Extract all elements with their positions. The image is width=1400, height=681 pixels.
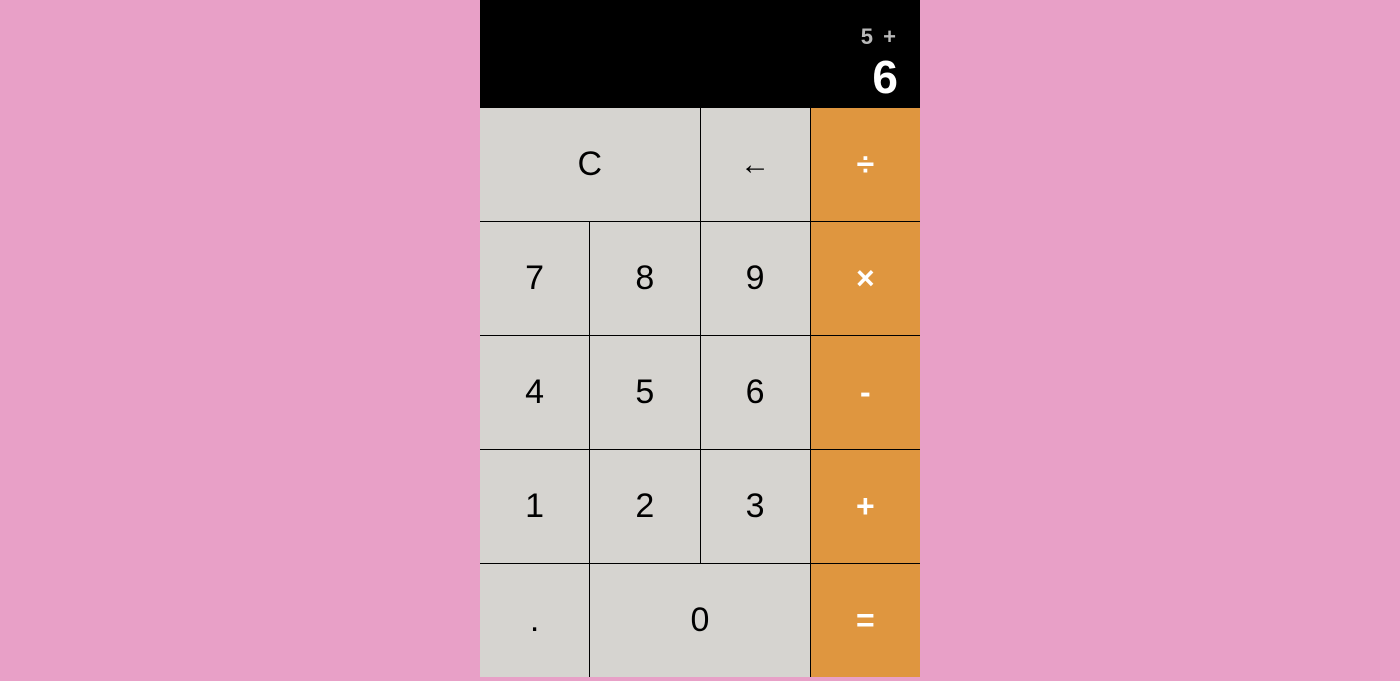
key-4[interactable]: 4 xyxy=(480,336,589,449)
calculator: 5 + 6 C ← ÷ 7 8 9 × 4 5 6 - 1 2 3 + . 0 … xyxy=(480,0,920,677)
add-button[interactable]: + xyxy=(811,450,920,563)
display-expression: 5 + xyxy=(861,26,898,48)
clear-button[interactable]: C xyxy=(480,108,700,221)
key-5[interactable]: 5 xyxy=(590,336,699,449)
key-9[interactable]: 9 xyxy=(701,222,810,335)
divide-button[interactable]: ÷ xyxy=(811,108,920,221)
arrow-left-icon: ← xyxy=(740,150,770,180)
multiply-button[interactable]: × xyxy=(811,222,920,335)
keypad: C ← ÷ 7 8 9 × 4 5 6 - 1 2 3 + . 0 = xyxy=(480,108,920,677)
key-6[interactable]: 6 xyxy=(701,336,810,449)
key-0[interactable]: 0 xyxy=(590,564,810,677)
subtract-button[interactable]: - xyxy=(811,336,920,449)
decimal-button[interactable]: . xyxy=(480,564,589,677)
key-3[interactable]: 3 xyxy=(701,450,810,563)
key-2[interactable]: 2 xyxy=(590,450,699,563)
display: 5 + 6 xyxy=(480,0,920,108)
backspace-button[interactable]: ← xyxy=(701,108,810,221)
key-1[interactable]: 1 xyxy=(480,450,589,563)
equals-button[interactable]: = xyxy=(811,564,920,677)
display-current: 6 xyxy=(872,54,898,100)
key-8[interactable]: 8 xyxy=(590,222,699,335)
key-7[interactable]: 7 xyxy=(480,222,589,335)
